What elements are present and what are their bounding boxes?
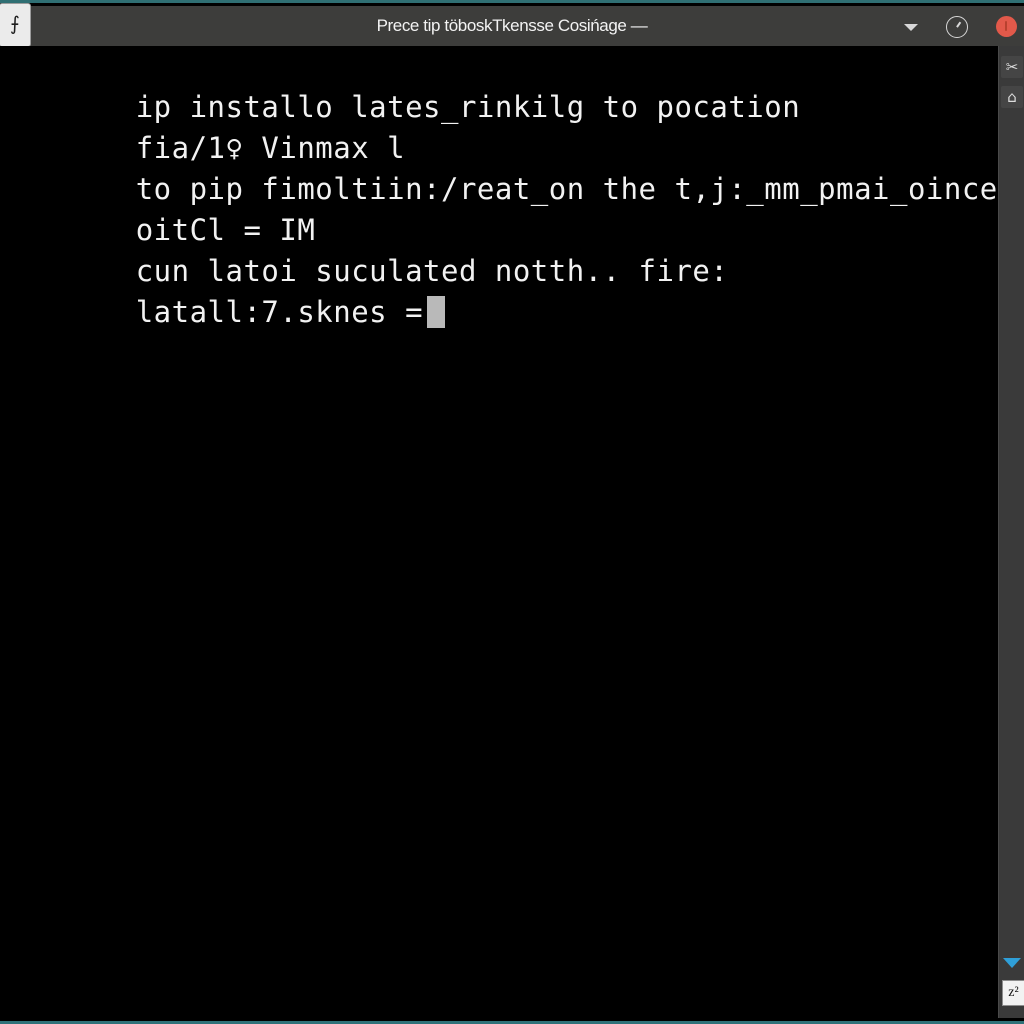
resize-icon: z²: [1008, 985, 1019, 1000]
home-button[interactable]: ⌂: [1001, 86, 1023, 108]
resize-button[interactable]: z²: [1002, 980, 1024, 1006]
app-menu-button[interactable]: ⨍: [0, 4, 30, 46]
title-bar: ⨍ Prece tip töboskTkensse Cosińage —: [0, 4, 1024, 46]
close-dot-icon: [995, 15, 1017, 37]
right-sidebar: ✂ ⌂ z²: [998, 46, 1024, 1018]
maximize-button[interactable]: [944, 14, 970, 40]
terminal-window: ⨍ Prece tip töboskTkensse Cosińage — ip …: [0, 0, 1024, 1024]
close-button[interactable]: [995, 15, 1017, 37]
terminal-line: ip installo lates_rinkilg to pocation: [0, 46, 998, 124]
window-title: Prece tip töboskTkensse Cosińage —: [376, 16, 648, 35]
cut-button[interactable]: ✂: [1001, 56, 1023, 78]
clock-circle-icon: [946, 16, 968, 38]
chevron-down-icon: [904, 23, 918, 31]
terminal-line-active: latall:7.sknes =: [0, 251, 998, 329]
terminal-line: to pip fimoltiin:/reat_on the t,j:_mm_pm…: [0, 128, 998, 206]
cut-icon: ✂: [1005, 57, 1019, 76]
terminal-output: ip installo lates_rinkilg to pocation fi…: [0, 46, 998, 329]
terminal-icon: ⨍: [10, 12, 20, 35]
terminal-line: fia/1♀ Vinmax l: [0, 87, 998, 165]
scroll-down-button[interactable]: [1002, 954, 1022, 972]
terminal-body[interactable]: ip installo lates_rinkilg to pocation fi…: [0, 46, 998, 1018]
text-cursor: [427, 296, 446, 328]
home-icon: ⌂: [1007, 87, 1017, 106]
minimize-button[interactable]: [898, 14, 924, 40]
terminal-line: cun latoi suculated notth.. fire:: [0, 210, 998, 288]
terminal-line: oitCl = IM: [0, 169, 998, 247]
scroll-down-icon: [1003, 958, 1021, 968]
terminal-line-text: latall:7.sknes =: [135, 295, 424, 329]
